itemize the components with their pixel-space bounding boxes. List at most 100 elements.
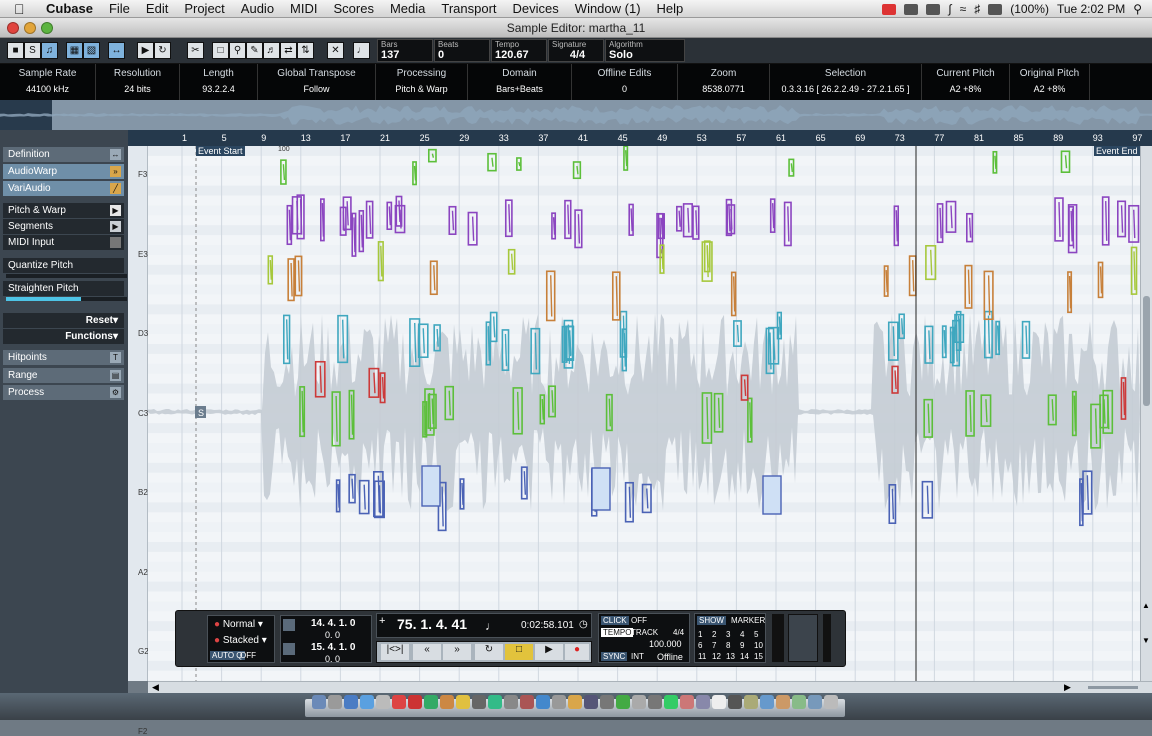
dock-app-icon[interactable] bbox=[712, 695, 726, 709]
dock-app-icon[interactable] bbox=[728, 695, 742, 709]
scroll-down-icon[interactable]: ▼ bbox=[1142, 636, 1150, 645]
grid-icon[interactable]: ▧ bbox=[83, 42, 100, 59]
tempo-field[interactable]: Tempo 120.67 bbox=[491, 39, 547, 62]
dock-app-icon[interactable] bbox=[360, 695, 374, 709]
dock-app-icon[interactable] bbox=[760, 695, 774, 709]
horizontal-scrollbar[interactable]: ◀ ▶ bbox=[148, 681, 1152, 693]
section-variaudio[interactable]: VariAudio╱ bbox=[3, 181, 124, 196]
menu-file[interactable]: File bbox=[101, 1, 138, 16]
segments-tool-icon[interactable]: ▶ bbox=[110, 221, 121, 232]
vertical-scrollbar[interactable]: ▲ ▼ bbox=[1140, 146, 1152, 681]
algorithm-field[interactable]: Algorithm Solo bbox=[605, 39, 685, 62]
click-value[interactable]: OFF bbox=[631, 616, 647, 625]
display-icon[interactable] bbox=[904, 4, 918, 15]
menu-app[interactable]: Cubase bbox=[38, 1, 101, 16]
stop-icon[interactable]: □ bbox=[505, 644, 533, 660]
dock-app-icon[interactable] bbox=[344, 695, 358, 709]
info-global-transpose[interactable]: Global TransposeFollow bbox=[258, 64, 376, 100]
range-tool-icon[interactable]: □ bbox=[212, 42, 229, 59]
menu-edit[interactable]: Edit bbox=[138, 1, 176, 16]
tempo-button[interactable]: TEMPO bbox=[601, 628, 633, 637]
play-icon[interactable]: ▶ bbox=[137, 42, 154, 59]
tempo-value[interactable]: 100.000 bbox=[649, 639, 682, 649]
dock-app-icon[interactable] bbox=[600, 695, 614, 709]
menu-project[interactable]: Project bbox=[176, 1, 232, 16]
locate-marker-button[interactable]: 10 bbox=[754, 641, 763, 650]
minimize-button[interactable] bbox=[24, 22, 36, 34]
dock-app-icon[interactable] bbox=[648, 695, 662, 709]
locate-marker-button[interactable]: 14 bbox=[740, 652, 749, 661]
dock-app-icon[interactable] bbox=[392, 695, 406, 709]
info-offline-edits[interactable]: Offline Edits0 bbox=[572, 64, 678, 100]
dock-app-icon[interactable] bbox=[808, 695, 822, 709]
click-button[interactable]: CLICK bbox=[601, 616, 629, 625]
straighten-pitch[interactable]: Straighten Pitch bbox=[3, 281, 124, 296]
dock-app-icon[interactable] bbox=[776, 695, 790, 709]
dock-app-icon[interactable] bbox=[424, 695, 438, 709]
locate-marker-button[interactable]: 7 bbox=[712, 641, 716, 650]
scrub-tool-icon[interactable]: ⇄ bbox=[280, 42, 297, 59]
wifi-icon[interactable]: ≈ bbox=[960, 2, 967, 16]
functions-button[interactable]: Functions▾ bbox=[3, 329, 124, 344]
info-resolution[interactable]: Resolution24 bits bbox=[96, 64, 180, 100]
locate-marker-button[interactable]: 15 bbox=[754, 652, 763, 661]
rewind-icon[interactable]: « bbox=[413, 644, 441, 660]
autoq-value[interactable]: OFF bbox=[240, 651, 256, 660]
variaudio-icon[interactable]: ╱ bbox=[110, 183, 121, 194]
info-selection[interactable]: Selection0.3.3.16 [ 26.2.2.49 - 27.2.1.6… bbox=[770, 64, 922, 100]
vertical-scroll-thumb[interactable] bbox=[1143, 296, 1150, 406]
expand-icon[interactable]: ↔ bbox=[110, 149, 121, 160]
show-markers-button[interactable]: SHOW bbox=[697, 616, 726, 625]
locate-marker-button[interactable]: 2 bbox=[712, 630, 716, 639]
section-audiowarp[interactable]: AudioWarp» bbox=[3, 164, 124, 179]
dock-app-icon[interactable] bbox=[488, 695, 502, 709]
dock-app-icon[interactable] bbox=[536, 695, 550, 709]
vari-pitch-warp[interactable]: Pitch & Warp▶ bbox=[3, 203, 124, 218]
event-end-marker[interactable]: Event End bbox=[1094, 146, 1140, 156]
locate-marker-button[interactable]: 13 bbox=[726, 652, 735, 661]
battery-icon[interactable] bbox=[988, 4, 1002, 15]
dock-app-icon[interactable] bbox=[440, 695, 454, 709]
variaudio-display[interactable]: S bbox=[148, 146, 1140, 681]
dock-app-icon[interactable] bbox=[792, 695, 806, 709]
play-transport-icon[interactable]: ▶ bbox=[535, 644, 563, 660]
info-zoom[interactable]: Zoom8538.0771 bbox=[678, 64, 770, 100]
tempo-track[interactable]: TRACK bbox=[631, 628, 658, 637]
dock-app-icon[interactable] bbox=[328, 695, 342, 709]
dock-app-icon[interactable] bbox=[584, 695, 598, 709]
scroll-up-icon[interactable]: ▲ bbox=[1142, 601, 1150, 610]
menu-audio[interactable]: Audio bbox=[233, 1, 282, 16]
quantize-pitch[interactable]: Quantize Pitch bbox=[3, 258, 124, 273]
right-locator-sub[interactable]: 0. 0 bbox=[325, 654, 340, 664]
sync-status[interactable]: Offline bbox=[657, 652, 683, 662]
locate-marker-button[interactable]: 1 bbox=[698, 630, 702, 639]
left-locator-icon[interactable] bbox=[283, 619, 295, 631]
zoom-slider[interactable] bbox=[1088, 686, 1138, 689]
dock-app-icon[interactable] bbox=[408, 695, 422, 709]
menu-window[interactable]: Window (1) bbox=[567, 1, 649, 16]
sample-editor-canvas[interactable]: S bbox=[148, 146, 1140, 681]
selected-segment[interactable] bbox=[763, 476, 781, 514]
section-process[interactable]: Process⚙ bbox=[3, 385, 124, 400]
straighten-slider[interactable] bbox=[6, 297, 127, 301]
selected-segment[interactable] bbox=[592, 468, 610, 510]
dock-app-icon[interactable] bbox=[456, 695, 470, 709]
locate-marker-button[interactable]: 5 bbox=[754, 630, 758, 639]
section-range[interactable]: Range▤ bbox=[3, 368, 124, 383]
menu-transport[interactable]: Transport bbox=[433, 1, 504, 16]
section-hitpoints[interactable]: HitpointsT bbox=[3, 350, 124, 365]
cycle-icon[interactable]: ↻ bbox=[475, 644, 503, 660]
record-status-icon[interactable] bbox=[882, 4, 896, 15]
warp-tool-icon[interactable]: ⇅ bbox=[297, 42, 314, 59]
cycle-mode[interactable]: ● Stacked ▾ bbox=[214, 635, 267, 646]
zoom-button[interactable] bbox=[41, 22, 53, 34]
locate-marker-button[interactable]: 6 bbox=[698, 641, 702, 650]
hitpoint-icon[interactable]: T bbox=[110, 352, 121, 363]
record-icon[interactable]: ● bbox=[565, 644, 589, 660]
scroll-right-icon[interactable]: ▶ bbox=[1064, 682, 1071, 693]
solo-icon[interactable]: S bbox=[24, 42, 41, 59]
scissors-icon[interactable]: ✂ bbox=[187, 42, 204, 59]
gear-icon[interactable]: ⚙ bbox=[110, 387, 121, 398]
info-current-pitch[interactable]: Current PitchA2 +8% bbox=[922, 64, 1010, 100]
event-start-marker[interactable]: Event Start bbox=[196, 146, 245, 156]
